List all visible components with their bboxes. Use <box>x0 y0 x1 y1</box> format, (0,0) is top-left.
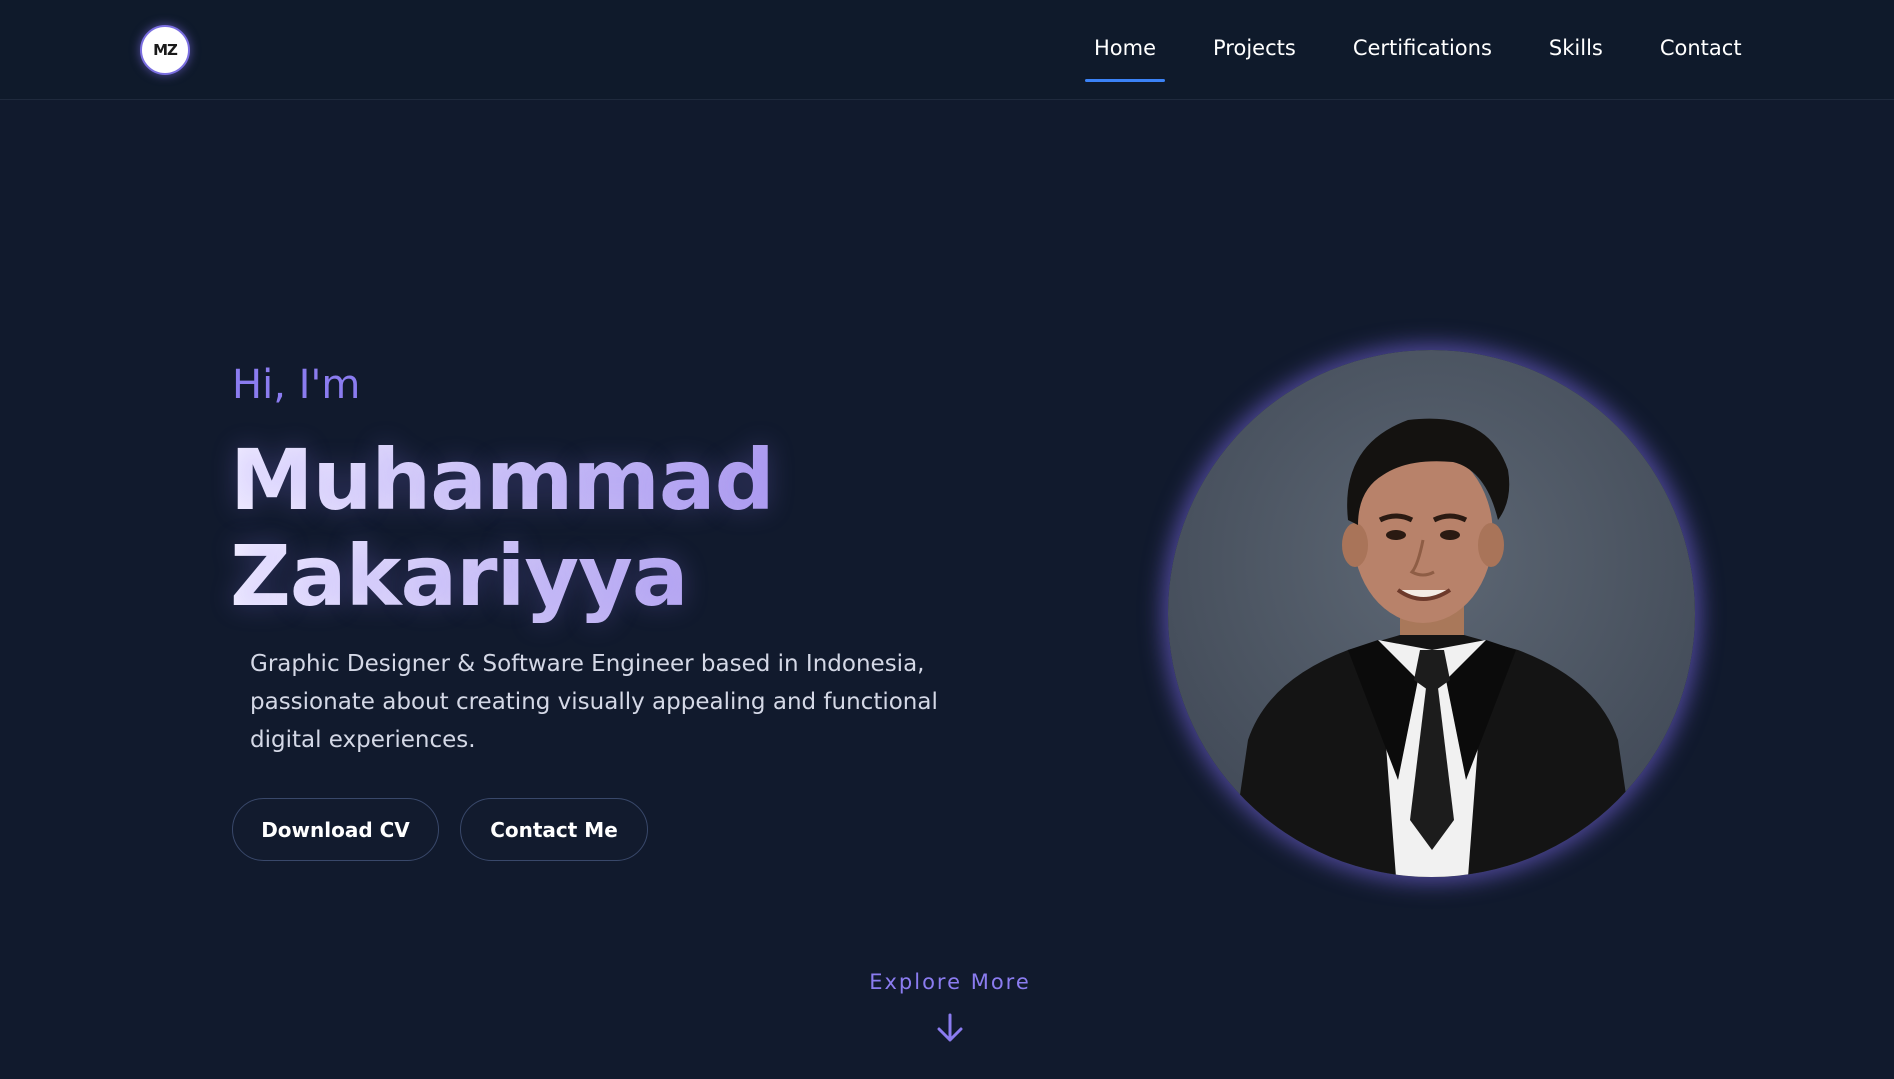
nav-link-projects[interactable]: Projects <box>1204 36 1305 66</box>
explore-more-label[interactable]: Explore More <box>0 970 1894 994</box>
hero-name-first: Muhammad <box>230 431 775 529</box>
download-cv-button[interactable]: Download CV <box>232 798 439 861</box>
arrow-down-icon[interactable] <box>936 1013 964 1043</box>
profile-portrait-illustration <box>1228 418 1638 877</box>
hero-name-last: Zakariyya <box>230 527 689 625</box>
hero-name: Muhammad Zakariyya <box>230 432 850 624</box>
site-logo[interactable]: MZ <box>140 25 190 75</box>
nav-link-certifications[interactable]: Certifications <box>1344 36 1501 66</box>
top-navbar: MZ Home Projects Certifications Skills C… <box>0 0 1894 100</box>
hero-greeting: Hi, I'm <box>232 362 361 408</box>
nav-link-home[interactable]: Home <box>1085 36 1166 82</box>
nav-link-contact[interactable]: Contact <box>1651 36 1751 66</box>
hero-actions: Download CV Contact Me <box>232 798 648 861</box>
hero-description: Graphic Designer & Software Engineer bas… <box>250 651 938 753</box>
profile-photo <box>1168 350 1695 877</box>
nav-menu: Home Projects Certifications Skills Cont… <box>1085 36 1751 82</box>
nav-link-skills[interactable]: Skills <box>1540 36 1612 66</box>
contact-me-button[interactable]: Contact Me <box>460 798 648 861</box>
logo-text: MZ <box>153 41 178 59</box>
